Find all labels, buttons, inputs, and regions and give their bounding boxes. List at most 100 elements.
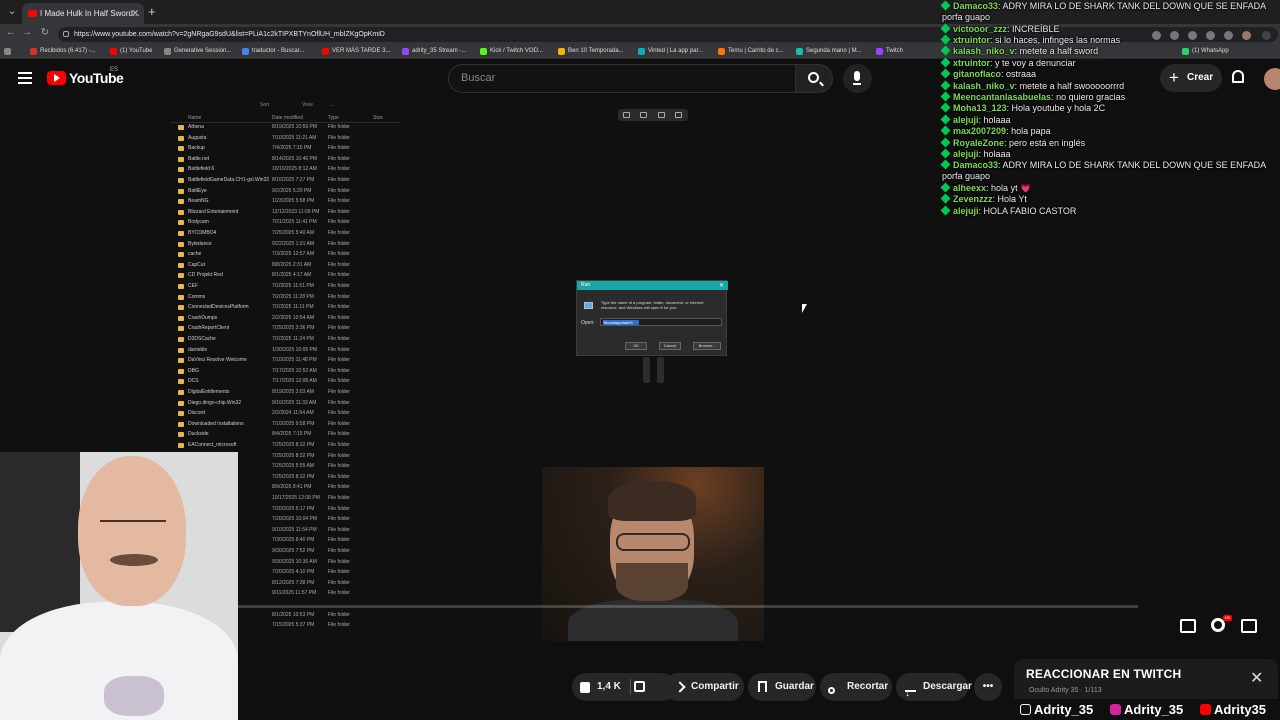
like-count[interactable]: 1,4 K <box>597 673 621 701</box>
thumbs-up-icon[interactable] <box>580 682 590 693</box>
file-date: 7/25/2025 8:32 PM <box>272 452 315 459</box>
site-info-icon[interactable] <box>63 31 69 37</box>
dislike-button[interactable] <box>628 673 658 701</box>
file-date: 2/2/2024 11:54 AM <box>272 410 314 417</box>
bookmark-item[interactable]: traductor - Buscar... <box>242 46 304 57</box>
forward-icon[interactable]: → <box>20 27 34 38</box>
download-button[interactable]: ↓ Descargar <box>896 673 972 701</box>
cancel-button: Cancel <box>659 342 681 350</box>
explorer-row: Battle.net 8/14/2025 10:46 PM File folder <box>178 154 398 164</box>
chat-username: alheexx <box>953 183 987 193</box>
file-date: 7/2/2025 11:24 PM <box>272 336 314 342</box>
voice-search-button[interactable] <box>843 64 872 93</box>
youtube-handle: Adrity35 <box>1198 699 1266 720</box>
file-date: 8/9/2025 8:41 PM <box>272 484 312 491</box>
file-type: File folder <box>328 548 350 554</box>
folder-icon <box>178 294 184 300</box>
bookmark-favicon-icon <box>164 48 171 55</box>
bookmark-item[interactable]: Generative Session... <box>164 46 231 57</box>
explorer-toolbar: Sort View ... <box>170 102 400 112</box>
file-date: 10/17/2025 12:08 PM <box>272 495 320 501</box>
settings-icon <box>675 112 682 118</box>
close-tab-icon[interactable]: ✕ <box>131 3 139 24</box>
bookmark-favicon-icon <box>558 48 565 55</box>
chat-message: Moha13_123: Hola youtube y hola 2C <box>940 102 1280 114</box>
file-name: Battlefield 6 <box>188 166 215 173</box>
reload-icon[interactable]: ↻ <box>38 27 52 38</box>
search-input[interactable]: Buscar <box>448 64 796 93</box>
file-date: 9/16/2025 11:33 AM <box>272 399 317 406</box>
chat-badge-icon <box>940 137 951 148</box>
download-label: Descargar <box>923 681 972 692</box>
file-name: Diego.dingo-chip.Win32 <box>188 399 242 406</box>
chat-badge-icon <box>940 193 951 204</box>
more-actions-button[interactable]: ••• <box>974 673 1002 701</box>
chat-message: kalash_niko_v: metete a half sword <box>940 45 1280 57</box>
explorer-row: Discord 2/2/2024 11:54 AM File folder <box>178 408 398 418</box>
clip-button[interactable]: Recortar <box>820 673 892 701</box>
chat-username: kalash_niko_v <box>953 46 1015 57</box>
new-tab-icon[interactable]: + <box>148 3 156 21</box>
explorer-row: Comms 7/2/2025 11:28 PM File folder <box>178 292 398 302</box>
bookmark-item[interactable]: Segunda mano | M... <box>796 46 862 57</box>
bookmark-item[interactable]: Kick / Twitch VOD... <box>480 46 543 57</box>
folder-icon <box>178 326 184 332</box>
explorer-row: Downloaded Installations 7/10/2025 9:58 P… <box>178 419 398 429</box>
column-header: Size <box>373 115 383 121</box>
chat-message: Zevenzzz: Hola Yt <box>940 193 1280 205</box>
bookmark-item[interactable]: Temu | Carrito de c... <box>718 46 784 57</box>
react-card-subtitle: Oculto Adrity 35 · 1/113 <box>1029 687 1102 694</box>
folder-icon <box>178 368 184 374</box>
bookmark-item[interactable]: Twitch <box>876 46 903 57</box>
file-type: File folder <box>328 293 350 300</box>
file-name: Downloaded Installations <box>188 420 244 427</box>
bookmark-item[interactable]: (1) YouTube <box>110 46 152 57</box>
search-button[interactable] <box>795 64 833 93</box>
chat-text: holaaa <box>983 149 1011 159</box>
bookmark-item[interactable]: adrity_35 Stream -... <box>402 46 466 57</box>
chat-badge-icon <box>940 159 951 170</box>
file-date: 2/2/2025 10:54 AM <box>272 314 314 321</box>
file-type: File folder <box>328 399 350 406</box>
chat-badge-icon <box>940 91 951 102</box>
bookmark-item[interactable]: VER MÁS TARDE 3... <box>322 46 390 57</box>
file-name: DBG <box>188 367 199 374</box>
save-button[interactable]: Guardar <box>748 673 816 701</box>
explorer-row: Athena 8/19/2025 10:59 PM File folder <box>178 122 398 132</box>
browser-tab-active[interactable]: I Made Hulk In Half Sword... ✕ <box>22 3 144 24</box>
explorer-row: EAConnect_microsoft 7/25/2025 8:32 PM File… <box>178 440 398 450</box>
bookmark-item[interactable]: Ben 10 Temporada... <box>558 46 624 57</box>
folder-icon <box>178 146 184 152</box>
chat-username: alejuji <box>953 114 979 125</box>
explorer-row: DaVinci Resolve Welcome 7/10/2025 11:48 P… <box>178 355 398 365</box>
menu-icon[interactable] <box>18 72 32 84</box>
file-date: 7/20/2025 10:04 PM <box>272 516 318 523</box>
file-type: File folder <box>328 357 350 364</box>
bookmark-favicon-icon <box>30 48 37 55</box>
bookmark-item[interactable]: Recibidos (6.417) -... <box>30 46 96 57</box>
folder-icon <box>178 125 184 130</box>
tab-search-icon[interactable]: ⌄ <box>4 4 20 20</box>
file-date: 1/23/2025 5:58 PM <box>272 198 315 205</box>
run-dialog: Run ✕ Type the name of a program, folder… <box>576 280 728 356</box>
chat-badge-icon <box>940 23 951 34</box>
file-type: File folder <box>328 516 350 523</box>
folder-icon <box>178 188 184 194</box>
like-dislike-group: 1,4 K <box>572 673 676 701</box>
folder-icon <box>178 135 184 141</box>
react-on-twitch-card[interactable]: REACCIONAR EN TWITCH Oculto Adrity 35 · … <box>1014 659 1278 699</box>
bookmark-item[interactable]: Vinted | La app par... <box>638 46 703 57</box>
chat-username: alejuji <box>953 205 979 216</box>
explorer-row: Augusta 7/10/2025 11:21 AM File folder <box>178 133 398 143</box>
back-icon[interactable]: ← <box>4 27 18 38</box>
subtitles-icon[interactable] <box>1180 619 1196 633</box>
explorer-row: DBG 7/17/2025 10:52 AM File folder <box>178 366 398 376</box>
close-icon[interactable]: ✕ <box>1250 671 1263 687</box>
pause-icon <box>643 357 665 383</box>
miniplayer-icon[interactable] <box>1241 619 1257 633</box>
file-type: File folder <box>328 177 350 183</box>
chat-text: HOLA FABIO CASTOR <box>983 205 1077 216</box>
share-button[interactable]: Compartir <box>664 673 744 701</box>
file-date: 7/2/2025 11:28 PM <box>272 293 314 300</box>
file-name: cache <box>188 251 202 258</box>
